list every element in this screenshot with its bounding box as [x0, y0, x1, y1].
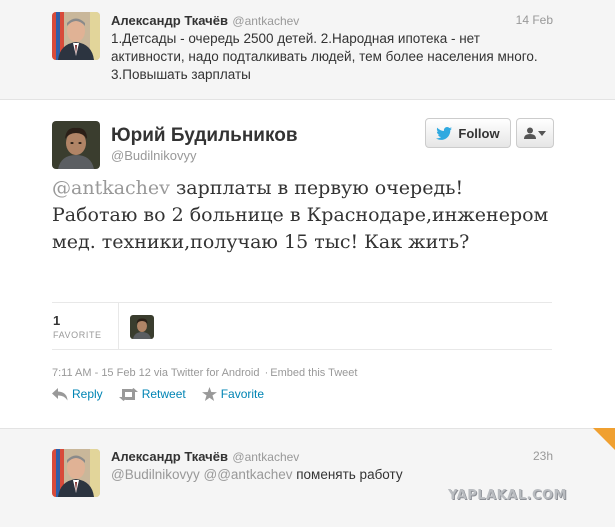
author-fullname[interactable]: Александр Ткачёв	[111, 449, 228, 464]
author-fullname[interactable]: Александр Ткачёв	[111, 13, 228, 28]
stats-divider	[118, 303, 119, 349]
corner-ribbon	[593, 428, 615, 450]
retweet-icon	[118, 387, 138, 401]
user-icon	[524, 127, 536, 139]
reply-label: Reply	[72, 387, 103, 401]
site-watermark: YAPLAKAL.COM	[448, 488, 567, 503]
tweet-text: @antkachev зарплаты в первую очередь! Ра…	[52, 175, 552, 256]
mention-link[interactable]: @Budilnikovyy	[111, 467, 200, 482]
embed-tweet-link[interactable]: Embed this Tweet	[270, 367, 357, 379]
tweet-body: поменять работу	[292, 467, 403, 482]
previous-tweet: Александр Ткачёв @antkachev 14 Feb 1.Дет…	[0, 0, 615, 100]
caret-down-icon	[538, 130, 546, 136]
author-fullname[interactable]: Юрий Будильников	[111, 125, 298, 147]
user-actions-dropdown[interactable]	[516, 118, 554, 148]
avatar[interactable]	[52, 12, 100, 60]
avatar[interactable]	[52, 449, 100, 497]
reply-button[interactable]: Reply	[52, 387, 103, 401]
follow-button[interactable]: Follow	[425, 118, 511, 148]
tweet-source[interactable]: via Twitter for Android	[154, 367, 260, 379]
author-screen-name[interactable]: @antkachev	[232, 450, 299, 464]
favorite-count[interactable]: 1	[53, 313, 60, 328]
avatar[interactable]	[52, 121, 100, 169]
tweet-actions: Reply Retweet Favorite	[52, 387, 264, 401]
retweet-button[interactable]: Retweet	[118, 387, 186, 401]
mention-link[interactable]: @@antkachev	[204, 467, 293, 482]
favorite-label: Favorite	[220, 387, 265, 401]
permalink-tweet: Юрий Будильников @Budilnikovyy Follow @a…	[0, 101, 615, 428]
tweet-time[interactable]: 23h	[533, 449, 553, 463]
tweet-time[interactable]: 14 Feb	[516, 13, 553, 27]
favorite-count-label: FAVORITE	[53, 330, 102, 340]
tweet-text: 1.Детсады - очередь 2500 детей. 2.Народн…	[111, 31, 538, 82]
retweet-label: Retweet	[141, 387, 186, 401]
favorite-button[interactable]: Favorite	[201, 387, 265, 401]
follow-label: Follow	[458, 125, 500, 141]
reply-icon	[52, 387, 68, 400]
tweet-metadata: 7:11 AM - 15 Feb 12 via Twitter for Andr…	[52, 367, 357, 379]
tweet-text: @Budilnikovyy @@antkachev поменять работ…	[111, 466, 541, 484]
twitter-bird-icon	[436, 126, 453, 140]
tweet-stats: 1 FAVORITE	[52, 302, 552, 350]
author-screen-name[interactable]: @antkachev	[232, 14, 299, 28]
favoriter-avatar[interactable]	[130, 315, 154, 339]
tweet-timestamp[interactable]: 7:11 AM - 15 Feb 12	[52, 367, 151, 379]
mention-link[interactable]: @antkachev	[52, 177, 170, 199]
star-icon	[201, 387, 217, 401]
reply-tweet: Александр Ткачёв @antkachev 23h @Budilni…	[0, 428, 615, 527]
author-screen-name[interactable]: @Budilnikovyy	[111, 148, 196, 163]
